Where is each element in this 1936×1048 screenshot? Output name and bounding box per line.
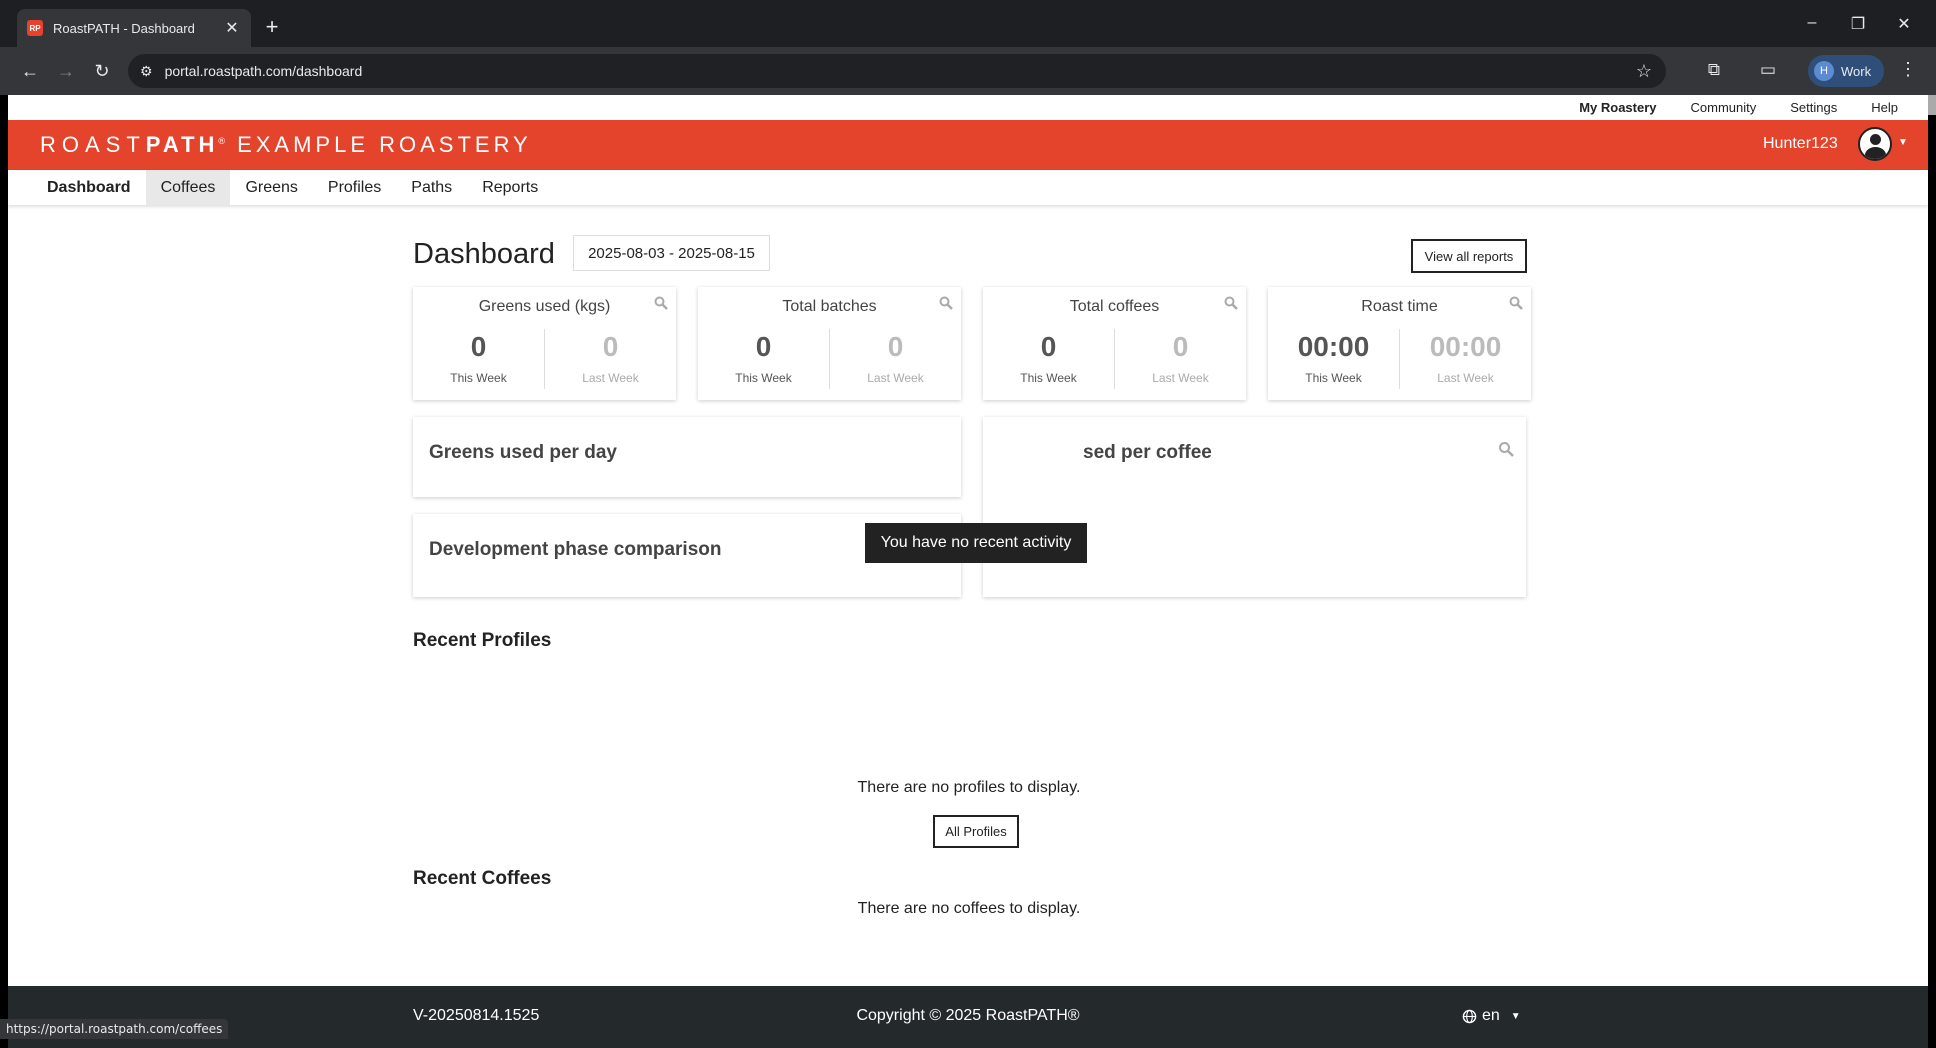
stat-card-total-coffees: Total coffees 0 This Week 0 Last Week bbox=[983, 287, 1246, 400]
recent-coffees-heading: Recent Coffees bbox=[413, 868, 552, 889]
nav-profiles[interactable]: Profiles bbox=[313, 170, 396, 205]
site-info-icon[interactable]: ⚙ bbox=[140, 63, 153, 80]
back-icon[interactable]: ← bbox=[18, 61, 42, 82]
roastpath-logo[interactable]: ROASTPATH® bbox=[40, 132, 233, 158]
restore-icon[interactable]: ❐ bbox=[1846, 14, 1870, 34]
view-all-reports-button[interactable]: View all reports bbox=[1411, 239, 1527, 273]
zoom-icon[interactable] bbox=[1224, 296, 1238, 310]
favicon-icon: RP bbox=[27, 20, 43, 36]
recent-profiles-heading: Recent Profiles bbox=[413, 630, 552, 651]
stat-card-greens-used: Greens used (kgs) 0 This Week 0 Last Week bbox=[413, 287, 676, 400]
stat-card-roast-time: Roast time 00:00 This Week 00:00 Last Week bbox=[1268, 287, 1531, 400]
stat-last-week-label: Last Week bbox=[582, 371, 639, 385]
stat-last-week-value: 0 bbox=[887, 331, 904, 362]
nav-coffees[interactable]: Coffees bbox=[145, 170, 231, 205]
extensions-icon[interactable]: ⧉ bbox=[1702, 60, 1726, 80]
page-viewport: My Roastery Community Settings Help ROAS… bbox=[8, 95, 1928, 1048]
main-nav: Dashboard Coffees Greens Profiles Paths … bbox=[8, 170, 1928, 205]
bookmark-star-icon[interactable]: ☆ bbox=[1636, 61, 1652, 82]
copyright-text: Copyright © 2025 RoastPATH® bbox=[856, 1007, 1080, 1024]
username[interactable]: Hunter123 bbox=[1763, 135, 1838, 153]
stat-this-week-value: 00:00 bbox=[1297, 331, 1370, 362]
stat-title: Total coffees bbox=[1069, 298, 1160, 315]
panel-greens-per-coffee: sed per coffee bbox=[983, 417, 1526, 597]
minimize-icon[interactable]: – bbox=[1800, 14, 1824, 32]
browser-menu-icon[interactable]: ⋮ bbox=[1896, 59, 1920, 80]
nav-greens[interactable]: Greens bbox=[230, 170, 312, 205]
stat-this-week-value: 0 bbox=[1040, 331, 1057, 362]
stat-last-week-value: 0 bbox=[1172, 331, 1189, 362]
panel-title: Greens used per day bbox=[429, 442, 617, 463]
globe-icon bbox=[1462, 1009, 1477, 1023]
profile-avatar-icon: H bbox=[1814, 61, 1834, 81]
close-tab-icon[interactable]: ✕ bbox=[223, 18, 241, 38]
link-community[interactable]: Community bbox=[1691, 100, 1757, 115]
link-help[interactable]: Help bbox=[1871, 100, 1898, 115]
no-activity-tooltip: You have no recent activity bbox=[865, 523, 1087, 563]
nav-paths[interactable]: Paths bbox=[396, 170, 467, 205]
roastery-name: EXAMPLE ROASTERY bbox=[237, 132, 532, 157]
tab-title: RoastPATH - Dashboard bbox=[53, 20, 195, 36]
stat-this-week-label: This Week bbox=[1020, 371, 1077, 385]
panel-greens-per-day: Greens used per day bbox=[413, 417, 961, 497]
all-profiles-button[interactable]: All Profiles bbox=[933, 815, 1019, 848]
zoom-icon[interactable] bbox=[654, 296, 668, 310]
stat-title: Greens used (kgs) bbox=[478, 298, 611, 315]
stat-this-week-value: 0 bbox=[470, 331, 487, 362]
stat-last-week-label: Last Week bbox=[867, 371, 924, 385]
date-range-picker[interactable]: 2025-08-03 - 2025-08-15 bbox=[573, 235, 770, 271]
chevron-down-icon: ▼ bbox=[1510, 1010, 1521, 1022]
stat-card-total-batches: Total batches 0 This Week 0 Last Week bbox=[698, 287, 961, 400]
panel-title: sed per coffee bbox=[1083, 442, 1212, 463]
stat-last-week-value: 0 bbox=[602, 331, 619, 362]
profile-label: Work bbox=[1841, 63, 1872, 79]
browser-toolbar: ← → ↻ ⚙ portal.roastpath.com/dashboard ☆… bbox=[0, 47, 1936, 95]
link-my-roastery[interactable]: My Roastery bbox=[1579, 100, 1656, 115]
stat-last-week-label: Last Week bbox=[1152, 371, 1209, 385]
media-cast-icon[interactable]: ▭ bbox=[1756, 60, 1780, 80]
stat-last-week-value: 00:00 bbox=[1429, 331, 1502, 362]
language-selector[interactable]: en ▼ bbox=[1462, 1007, 1521, 1025]
zoom-icon[interactable] bbox=[939, 296, 953, 310]
new-tab-icon[interactable]: + bbox=[262, 14, 282, 40]
browser-chrome: RP RoastPATH - Dashboard ✕ + – ❐ ✕ ← → ↻… bbox=[0, 0, 1936, 95]
zoom-icon[interactable] bbox=[1498, 441, 1514, 457]
stat-title: Roast time bbox=[1361, 298, 1438, 315]
address-bar[interactable]: ⚙ portal.roastpath.com/dashboard ☆ bbox=[128, 54, 1666, 88]
status-bar-url: https://portal.roastpath.com/coffees bbox=[0, 1019, 229, 1039]
page-title: Dashboard bbox=[413, 238, 555, 270]
stat-this-week-label: This Week bbox=[735, 371, 792, 385]
stat-last-week-label: Last Week bbox=[1437, 371, 1494, 385]
stat-title: Total batches bbox=[782, 298, 877, 315]
stat-this-week-value: 0 bbox=[755, 331, 772, 362]
recent-profiles-empty: There are no profiles to display. bbox=[857, 779, 1081, 796]
forward-icon[interactable]: → bbox=[54, 61, 78, 82]
user-menu-caret-icon[interactable]: ▼ bbox=[1898, 137, 1908, 148]
close-window-icon[interactable]: ✕ bbox=[1892, 14, 1916, 34]
stat-this-week-label: This Week bbox=[1305, 371, 1362, 385]
nav-reports[interactable]: Reports bbox=[467, 170, 553, 205]
brand-bar: ROASTPATH® EXAMPLE ROASTERY Hunter123 ▼ bbox=[8, 120, 1928, 170]
utility-links: My Roastery Community Settings Help bbox=[8, 95, 1928, 120]
browser-tab[interactable]: RP RoastPATH - Dashboard ✕ bbox=[17, 9, 251, 47]
logo-roast: ROAST bbox=[40, 132, 146, 157]
nav-dashboard[interactable]: Dashboard bbox=[32, 170, 146, 205]
footer: V-20250814.1525 Copyright © 2025 RoastPA… bbox=[8, 986, 1928, 1048]
tab-strip: RP RoastPATH - Dashboard ✕ + – ❐ ✕ bbox=[0, 0, 1936, 47]
logo-registered-mark: ® bbox=[218, 135, 226, 146]
link-settings[interactable]: Settings bbox=[1790, 100, 1837, 115]
zoom-icon[interactable] bbox=[1509, 296, 1523, 310]
scrollbar-thumb[interactable] bbox=[1928, 95, 1936, 115]
url-text: portal.roastpath.com/dashboard bbox=[164, 63, 363, 79]
user-avatar-icon[interactable] bbox=[1858, 127, 1892, 161]
language-code: en bbox=[1482, 1007, 1500, 1024]
recent-coffees-empty: There are no coffees to display. bbox=[857, 900, 1081, 917]
stat-this-week-label: This Week bbox=[450, 371, 507, 385]
profile-chip[interactable]: H Work bbox=[1808, 55, 1884, 87]
panel-title: Development phase comparison bbox=[429, 539, 722, 560]
reload-icon[interactable]: ↻ bbox=[90, 61, 114, 82]
logo-path: PATH bbox=[145, 132, 219, 157]
